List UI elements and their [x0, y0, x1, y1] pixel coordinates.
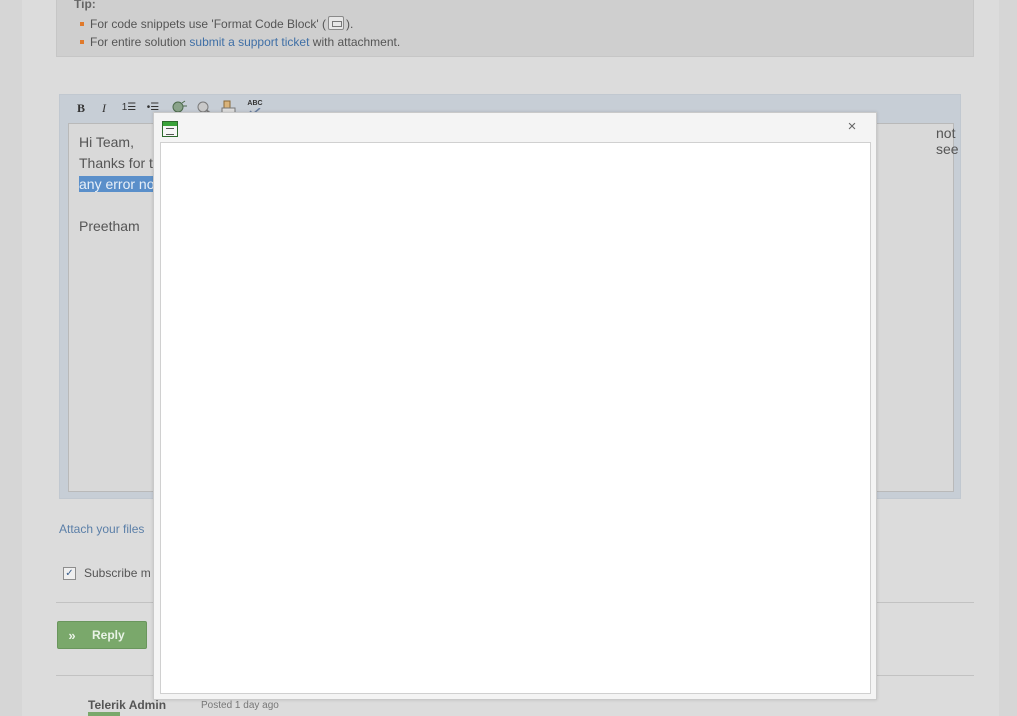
tip-support-ticket: For entire solution submit a support tic…	[80, 35, 400, 49]
bold-button[interactable]: B	[72, 100, 90, 116]
selected-text: any error no	[79, 176, 155, 192]
ordered-list-button[interactable]: 1☰	[120, 100, 138, 116]
italic-button[interactable]: I	[95, 100, 113, 116]
bullet-icon	[80, 22, 84, 26]
subscribe-checkbox[interactable]: ✓	[63, 566, 76, 580]
dialog-content[interactable]	[160, 142, 871, 694]
tip-text: ).	[346, 17, 354, 31]
post-meta: Posted 1 day ago	[201, 700, 279, 711]
tip-title: Tip:	[74, 0, 96, 11]
reply-label: Reply	[92, 628, 125, 642]
tip-text: For code snippets use 'Format Code Block…	[90, 17, 327, 31]
support-ticket-link[interactable]: submit a support ticket	[189, 35, 309, 49]
subscribe-option[interactable]: ✓ Subscribe m	[63, 566, 151, 580]
tip-text: with attachment.	[312, 35, 401, 49]
tip-text: For entire solution	[90, 35, 187, 49]
post-author[interactable]: Telerik Admin	[88, 698, 166, 712]
modal-dialog: ×	[153, 112, 877, 700]
subscribe-label: Subscribe m	[84, 566, 151, 580]
format-code-block-icon	[328, 16, 345, 30]
dialog-titlebar[interactable]: ×	[154, 113, 876, 142]
double-chevron-right-icon: »	[68, 627, 76, 643]
tip-code-snippets: For code snippets use 'Format Code Block…	[80, 16, 353, 31]
spellcheck-label: ABC	[247, 100, 263, 107]
bullet-icon	[80, 40, 84, 44]
reply-button[interactable]: » Reply	[57, 621, 147, 649]
close-button[interactable]: ×	[844, 118, 860, 136]
author-badge	[88, 712, 120, 716]
editor-line-tail: not see	[936, 125, 959, 157]
attach-files-link[interactable]: Attach your files	[59, 522, 144, 536]
document-window-icon	[162, 121, 178, 137]
